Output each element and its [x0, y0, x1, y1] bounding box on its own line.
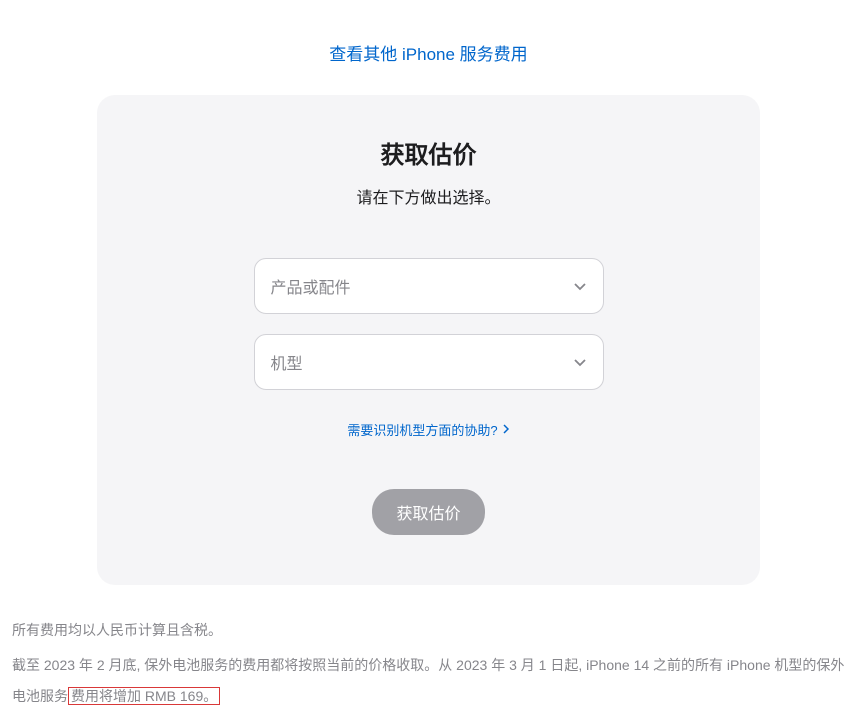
footer-notes: 所有费用均以人民币计算且含税。 截至 2023 年 2 月底, 保外电池服务的费…: [0, 585, 857, 711]
chevron-right-icon: [502, 422, 510, 437]
model-select-wrapper: 机型: [254, 334, 604, 390]
top-link-container: 查看其他 iPhone 服务费用: [0, 0, 857, 95]
product-select-placeholder: 产品或配件: [271, 274, 351, 298]
other-services-link[interactable]: 查看其他 iPhone 服务费用: [329, 45, 527, 64]
product-select[interactable]: 产品或配件: [254, 258, 604, 314]
footer-line2: 截至 2023 年 2 月底, 保外电池服务的费用都将按照当前的价格收取。从 2…: [12, 650, 845, 711]
footer-line1: 所有费用均以人民币计算且含税。: [12, 615, 845, 646]
submit-container: 获取估价: [157, 489, 700, 535]
estimate-card: 获取估价 请在下方做出选择。 产品或配件 机型 需要识别机型方面的协助? 获取估…: [97, 95, 760, 585]
model-select[interactable]: 机型: [254, 334, 604, 390]
help-link-label: 需要识别机型方面的协助?: [347, 420, 497, 439]
get-estimate-button[interactable]: 获取估价: [372, 489, 484, 535]
chevron-down-icon: [573, 279, 587, 293]
identify-model-help-link[interactable]: 需要识别机型方面的协助?: [347, 420, 509, 439]
card-title: 获取估价: [157, 135, 700, 170]
model-select-placeholder: 机型: [271, 350, 303, 374]
product-select-wrapper: 产品或配件: [254, 258, 604, 314]
footer-highlight: 费用将增加 RMB 169。: [68, 687, 220, 705]
card-subtitle: 请在下方做出选择。: [157, 184, 700, 208]
chevron-down-icon: [573, 355, 587, 369]
